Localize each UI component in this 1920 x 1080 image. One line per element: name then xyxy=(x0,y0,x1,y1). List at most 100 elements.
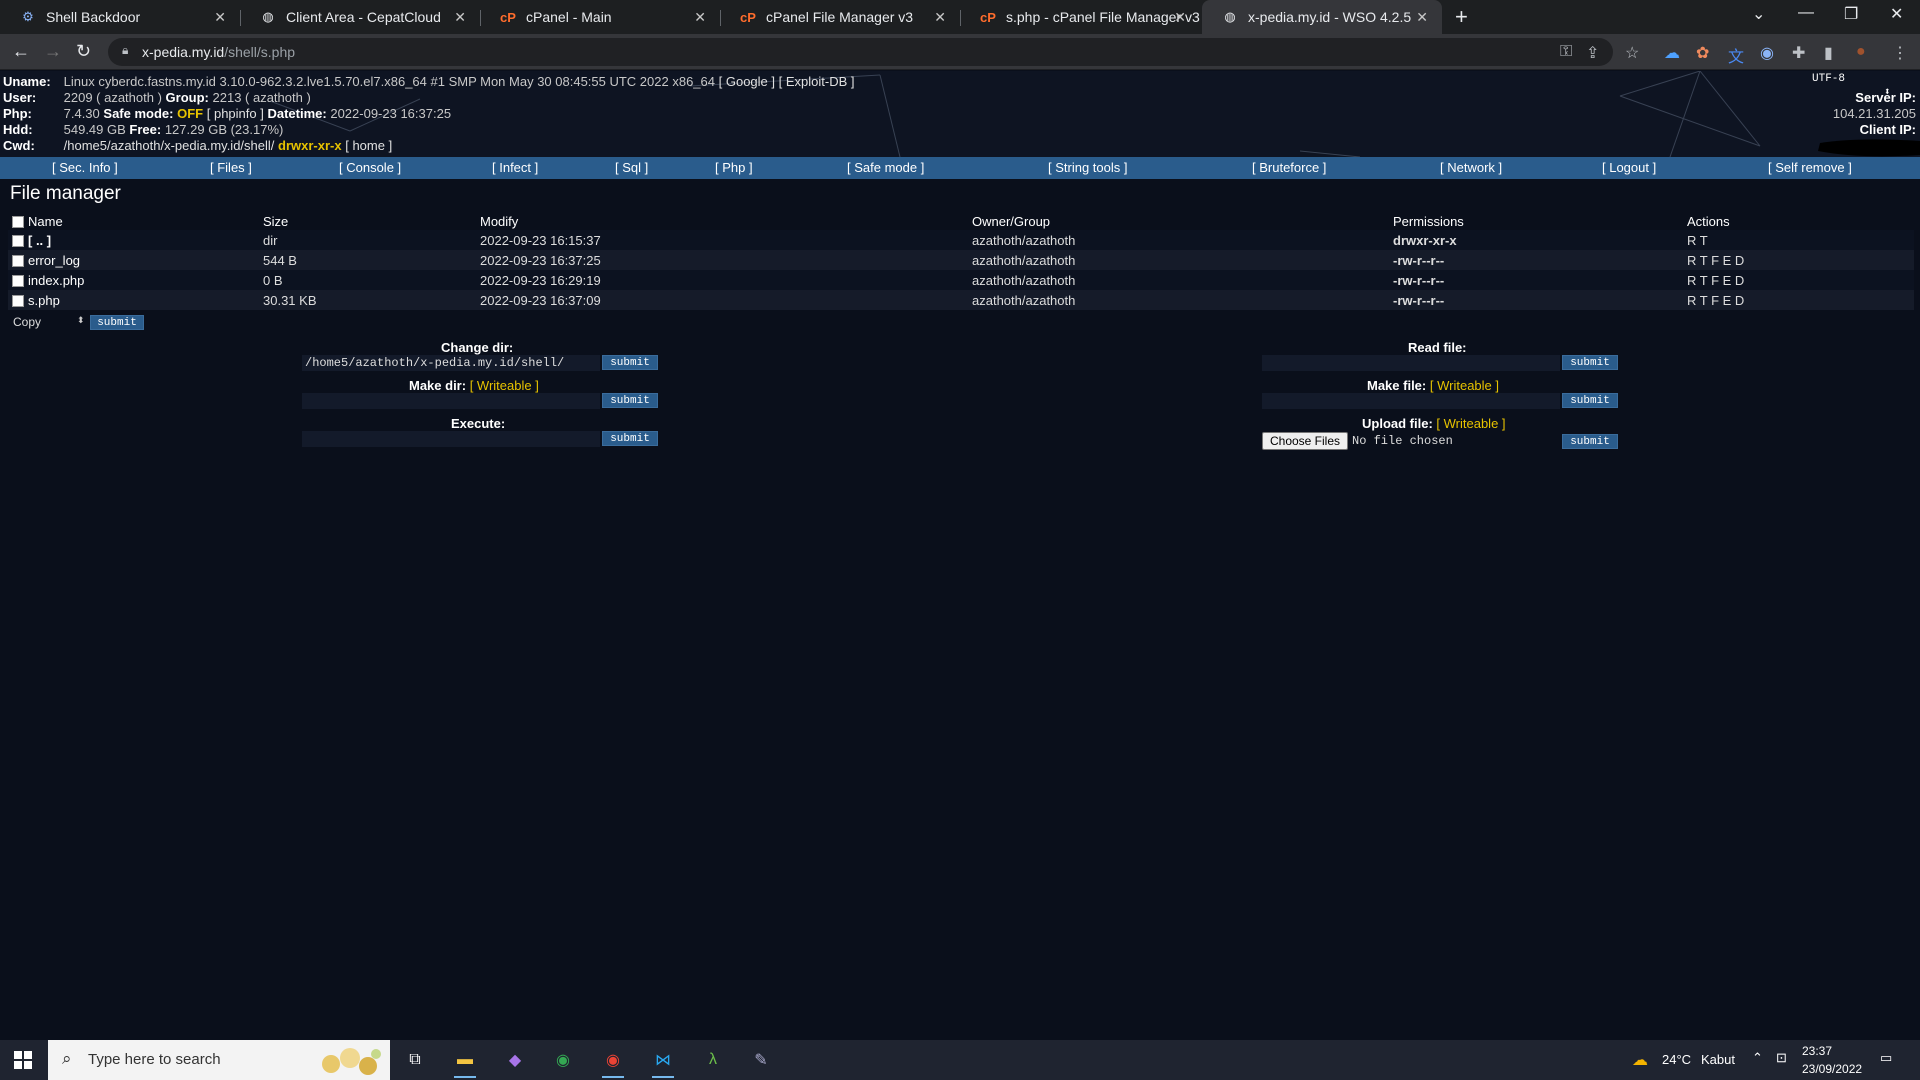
file-actions[interactable]: R T F E D xyxy=(1687,290,1914,310)
column-header-permissions[interactable]: Permissions xyxy=(1393,212,1687,230)
make-file-submit-button[interactable]: submit xyxy=(1562,393,1618,408)
cwd-path-link[interactable]: /home5/azathoth/x-pedia.my.id/shell/ xyxy=(64,138,275,153)
chrome-icon[interactable]: ◉ xyxy=(550,1048,576,1072)
file-explorer-icon[interactable]: ▬ xyxy=(452,1048,478,1078)
clock-date[interactable]: 23/09/2022 xyxy=(1802,1062,1862,1076)
close-icon[interactable]: ✕ xyxy=(214,9,226,26)
file-permissions-link[interactable]: -rw-r--r-- xyxy=(1393,250,1687,270)
execute-submit-button[interactable]: submit xyxy=(602,431,658,446)
menu-sec-info[interactable]: [ Sec. Info ] xyxy=(52,160,118,175)
menu-files[interactable]: [ Files ] xyxy=(210,160,252,175)
menu-string-tools[interactable]: [ String tools ] xyxy=(1048,160,1127,175)
share-icon[interactable]: ⇪ xyxy=(1586,43,1599,63)
vscode-icon[interactable]: ⋈ xyxy=(650,1048,676,1078)
restore-button[interactable]: ❐ xyxy=(1844,4,1858,24)
address-bar[interactable]: 🔒︎ x-pedia.my.id/shell/s.php ⚿ ⇪ xyxy=(108,38,1613,66)
menu-logout[interactable]: [ Logout ] xyxy=(1602,160,1656,175)
cloud-extension-icon[interactable]: ☁ xyxy=(1664,43,1680,63)
menu-infect[interactable]: [ Infect ] xyxy=(492,160,538,175)
menu-console[interactable]: [ Console ] xyxy=(339,160,401,175)
tab-client-area[interactable]: ◍ Client Area - CepatCloud ✕ xyxy=(240,0,480,34)
file-name-link[interactable]: s.php xyxy=(28,293,60,308)
translate-icon[interactable]: 文 xyxy=(1728,43,1744,67)
make-file-input[interactable] xyxy=(1262,393,1560,409)
menu-safe-mode[interactable]: [ Safe mode ] xyxy=(847,160,924,175)
tab-cpanel-main[interactable]: cP cPanel - Main ✕ xyxy=(480,0,720,34)
new-tab-button[interactable]: + xyxy=(1455,4,1468,30)
menu-kebab-icon[interactable]: ⋮ xyxy=(1892,43,1908,63)
row-checkbox[interactable] xyxy=(12,235,24,248)
change-dir-submit-button[interactable]: submit xyxy=(602,355,658,370)
exploitdb-link[interactable]: [ Exploit-DB ] xyxy=(779,74,855,89)
forward-icon[interactable]: → xyxy=(44,41,62,62)
file-name-link[interactable]: error_log xyxy=(28,253,80,268)
account-extension-icon[interactable]: ◉ xyxy=(1760,43,1774,63)
make-dir-submit-button[interactable]: submit xyxy=(602,393,658,408)
bookmark-star-icon[interactable]: ☆ xyxy=(1625,43,1639,63)
close-icon[interactable]: ✕ xyxy=(1174,9,1186,26)
extension-icon[interactable]: ✿ xyxy=(1696,43,1709,63)
execute-input[interactable] xyxy=(302,431,600,447)
choose-files-button[interactable]: Choose Files xyxy=(1262,432,1348,450)
change-dir-input[interactable]: /home5/azathoth/x-pedia.my.id/shell/ xyxy=(302,355,600,371)
file-permissions-link[interactable]: -rw-r--r-- xyxy=(1393,290,1687,310)
column-header-owner[interactable]: Owner/Group xyxy=(972,212,1393,230)
home-link[interactable]: [ home ] xyxy=(345,138,392,153)
tab-cpanel-file-manager[interactable]: cP cPanel File Manager v3 ✕ xyxy=(720,0,960,34)
network-icon[interactable]: ⊡ xyxy=(1776,1050,1787,1066)
file-permissions-link[interactable]: -rw-r--r-- xyxy=(1393,270,1687,290)
avatar[interactable]: ● xyxy=(1856,43,1866,61)
puzzle-icon[interactable]: ✚ xyxy=(1792,43,1805,63)
menu-sql[interactable]: [ Sql ] xyxy=(615,160,648,175)
windows-start-icon[interactable] xyxy=(14,1051,32,1069)
chevron-up-icon[interactable]: ⌃ xyxy=(1752,1050,1763,1066)
close-icon[interactable]: ✕ xyxy=(1416,9,1428,26)
bulk-submit-button[interactable]: submit xyxy=(90,315,144,330)
visual-studio-icon[interactable]: ◆ xyxy=(502,1048,528,1072)
close-icon[interactable]: ✕ xyxy=(694,9,706,26)
row-checkbox[interactable] xyxy=(12,275,24,288)
make-dir-input[interactable] xyxy=(302,393,600,409)
read-file-input[interactable] xyxy=(1262,355,1560,371)
file-name-link[interactable]: [ .. ] xyxy=(28,233,51,248)
upload-submit-button[interactable]: submit xyxy=(1562,434,1618,449)
file-actions[interactable]: R T F E D xyxy=(1687,270,1914,290)
back-icon[interactable]: ← xyxy=(12,41,30,62)
menu-php[interactable]: [ Php ] xyxy=(715,160,753,175)
file-name-link[interactable]: index.php xyxy=(28,273,84,288)
google-link[interactable]: [ Google ] xyxy=(719,74,775,89)
select-all-checkbox[interactable] xyxy=(12,216,24,229)
column-header-name[interactable]: Name xyxy=(8,212,263,230)
lambda-app-icon[interactable]: λ xyxy=(700,1048,726,1072)
menu-self-remove[interactable]: [ Self remove ] xyxy=(1768,160,1852,175)
menu-bruteforce[interactable]: [ Bruteforce ] xyxy=(1252,160,1326,175)
phpinfo-link[interactable]: [ phpinfo ] xyxy=(207,106,264,121)
minimize-button[interactable]: — xyxy=(1798,4,1814,22)
tab-shell-backdoor[interactable]: ⚙ Shell Backdoor ✕ xyxy=(0,0,240,34)
weather-text[interactable]: Kabut xyxy=(1701,1052,1735,1067)
tab-search-icon[interactable]: ⌄ xyxy=(1752,4,1765,24)
taskbar-search-box[interactable]: ⌕ Type here to search xyxy=(48,1040,390,1080)
column-header-modify[interactable]: Modify xyxy=(480,212,972,230)
tab-s-php[interactable]: cP s.php - cPanel File Manager v3 ✕ xyxy=(960,0,1200,34)
close-icon[interactable]: ✕ xyxy=(454,9,466,26)
file-actions[interactable]: R T xyxy=(1687,230,1914,250)
clock-time[interactable]: 23:37 xyxy=(1802,1044,1832,1058)
tab-wso[interactable]: ◍ x-pedia.my.id - WSO 4.2.5 ✕ xyxy=(1202,0,1442,34)
file-actions[interactable]: R T F E D xyxy=(1687,250,1914,270)
read-file-submit-button[interactable]: submit xyxy=(1562,355,1618,370)
task-view-icon[interactable]: ⧉ xyxy=(402,1048,428,1072)
column-header-size[interactable]: Size xyxy=(263,212,480,230)
sidepanel-icon[interactable]: ▮ xyxy=(1824,43,1833,63)
file-permissions-link[interactable]: drwxr-xr-x xyxy=(1393,230,1687,250)
close-icon[interactable]: ✕ xyxy=(934,9,946,26)
close-window-button[interactable]: ✕ xyxy=(1890,4,1903,24)
menu-network[interactable]: [ Network ] xyxy=(1440,160,1502,175)
paint-icon[interactable]: ✎ xyxy=(748,1048,774,1072)
row-checkbox[interactable] xyxy=(12,255,24,268)
chrome-active-icon[interactable]: ◉ xyxy=(600,1048,626,1078)
row-checkbox[interactable] xyxy=(12,295,24,308)
notification-icon[interactable]: ▭ xyxy=(1880,1050,1892,1066)
temperature[interactable]: 24°C xyxy=(1662,1052,1691,1067)
reload-icon[interactable]: ↻ xyxy=(76,41,91,62)
